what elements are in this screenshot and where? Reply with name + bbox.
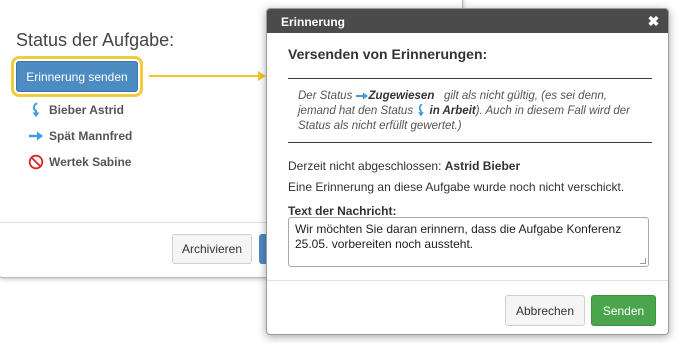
right-arrow-icon (355, 92, 368, 100)
assignee-item-bieber: Bieber Astrid (28, 102, 124, 118)
reminder-modal: Erinnerung ✖ Versenden von Erinnerungen:… (266, 8, 669, 335)
callout-arrow-line (149, 75, 261, 77)
archive-button[interactable]: Archivieren (172, 234, 252, 264)
status-assigned: Zugewiesen (368, 90, 435, 102)
send-reminder-button[interactable]: Erinnerung senden (11, 56, 143, 97)
down-arrow-icon (32, 102, 40, 117)
send-button[interactable]: Senden (591, 295, 656, 326)
assignee-item-wertek: Wertek Sabine (28, 154, 131, 170)
message-text: Wir möchten Sie daran erinnern, dass die… (295, 222, 622, 251)
status-note: Der Status Zugewiesen gilt als nicht gül… (298, 89, 644, 134)
callout-arrow-head (258, 71, 266, 81)
divider (288, 78, 652, 79)
reminder-status-text: Eine Erinnerung an diese Aufgabe wurde n… (288, 180, 625, 194)
down-arrow-icon (418, 104, 425, 117)
assignee-name: Wertek Sabine (49, 155, 132, 169)
message-label: Text der Nachricht: (288, 204, 397, 218)
resize-handle-icon[interactable] (640, 258, 646, 264)
status-title: Status der Aufgabe: (16, 30, 175, 50)
modal-title: Erinnerung (281, 15, 346, 29)
right-arrow-icon (29, 131, 43, 141)
message-textarea[interactable]: Wir möchten Sie daran erinnern, dass die… (288, 217, 649, 267)
note-text: Der Status (298, 90, 353, 102)
assignee-name: Bieber Astrid (49, 103, 124, 117)
status-in-progress: in Arbeit (429, 105, 476, 117)
assignee-name: Spät Mannfred (49, 129, 133, 143)
assignee-item-spaet: Spät Mannfred (28, 128, 132, 144)
modal-footer-divider (267, 280, 668, 281)
open-assignee-name: Astrid Bieber (444, 159, 521, 173)
close-icon[interactable]: ✖ (647, 14, 660, 28)
open-assignee-line: Derzeit nicht abgeschlossen: Astrid Bieb… (288, 159, 520, 173)
open-label: Derzeit nicht abgeschlossen: (288, 159, 442, 173)
cancel-button[interactable]: Abbrechen (505, 295, 585, 326)
modal-header: Erinnerung ✖ (267, 9, 668, 33)
section-title: Versenden von Erinnerungen: (288, 46, 488, 62)
divider (288, 142, 652, 143)
prohibited-icon (28, 154, 44, 170)
